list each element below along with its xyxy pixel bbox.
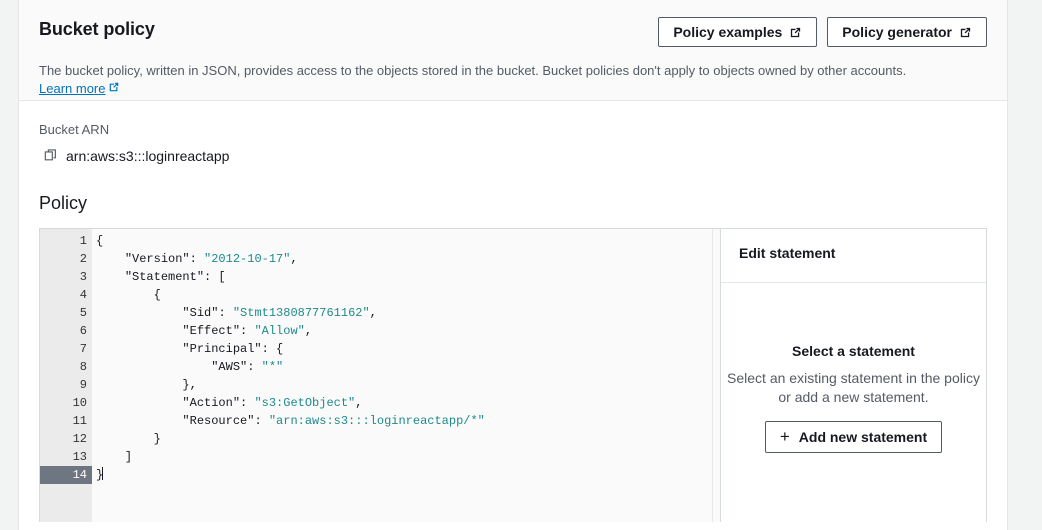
editor-code-area[interactable]: { "Version": "2012-10-17", "Statement": …: [92, 229, 720, 522]
line-number: 14: [40, 466, 92, 484]
code-line: "Sid": "Stmt1380877761162",: [96, 304, 720, 322]
line-number: 8: [40, 358, 92, 376]
bucket-policy-page: Bucket policy Policy examples Policy gen…: [18, 0, 1008, 530]
bucket-arn-label: Bucket ARN: [39, 121, 987, 139]
header-description-text: The bucket policy, written in JSON, prov…: [39, 63, 906, 78]
edit-statement-empty-state: Select a statement Select an existing st…: [721, 283, 986, 522]
copy-icon[interactable]: [44, 148, 58, 165]
panel-body: Bucket ARN arn:aws:s3:::loginreactapp Po…: [19, 101, 1007, 530]
line-number: 11: [40, 412, 92, 430]
code-line: "Action": "s3:GetObject",: [96, 394, 720, 412]
code-line: "Resource": "arn:aws:s3:::loginreactapp/…: [96, 412, 720, 430]
add-new-statement-button[interactable]: + Add new statement: [765, 421, 942, 453]
text-caret: [102, 467, 103, 480]
code-line: "Statement": [: [96, 268, 720, 286]
external-link-icon: [959, 26, 972, 39]
header-description: The bucket policy, written in JSON, prov…: [39, 62, 987, 98]
line-number: 3▼: [40, 268, 92, 286]
bucket-arn-value: arn:aws:s3:::loginreactapp: [66, 147, 229, 165]
edit-statement-header: Edit statement: [721, 229, 986, 283]
policy-examples-button[interactable]: Policy examples: [658, 17, 817, 47]
select-statement-title: Select a statement: [792, 343, 915, 359]
code-line: }: [96, 466, 720, 484]
code-line: }: [96, 430, 720, 448]
code-line: {: [96, 286, 720, 304]
add-new-statement-label: Add new statement: [799, 429, 927, 445]
policy-generator-label: Policy generator: [842, 18, 952, 46]
plus-icon: +: [780, 428, 790, 445]
line-number: 13: [40, 448, 92, 466]
policy-examples-label: Policy examples: [673, 18, 782, 46]
select-statement-description: Select an existing statement in the poli…: [723, 369, 985, 407]
panel-header: Bucket policy Policy examples Policy gen…: [19, 0, 1007, 101]
learn-more-label: Learn more: [39, 80, 105, 98]
policy-json-editor[interactable]: 1▼23▼4▼567▼891011121314 { "Version": "20…: [40, 229, 720, 522]
code-line: "Version": "2012-10-17",: [96, 250, 720, 268]
line-number: 5: [40, 304, 92, 322]
code-line: ]: [96, 448, 720, 466]
policy-editor-wrapper: 1▼23▼4▼567▼891011121314 { "Version": "20…: [39, 228, 987, 522]
code-line: "AWS": "*": [96, 358, 720, 376]
line-number: 2: [40, 250, 92, 268]
line-number: 6: [40, 322, 92, 340]
code-line: {: [96, 232, 720, 250]
external-link-icon: [789, 26, 802, 39]
edit-statement-panel: Edit statement Select a statement Select…: [720, 229, 986, 522]
editor-line-number-gutter: 1▼23▼4▼567▼891011121314: [40, 229, 92, 522]
line-number: 9: [40, 376, 92, 394]
learn-more-link[interactable]: Learn more: [39, 80, 120, 98]
policy-section-title: Policy: [39, 192, 987, 214]
code-line: "Principal": {: [96, 340, 720, 358]
code-line: },: [96, 376, 720, 394]
header-actions: Policy examples Policy generator: [658, 17, 987, 47]
line-number: 4▼: [40, 286, 92, 304]
line-number: 1▼: [40, 232, 92, 250]
line-number: 12: [40, 430, 92, 448]
code-line: "Effect": "Allow",: [96, 322, 720, 340]
external-link-icon: [108, 80, 120, 98]
bucket-arn-row: arn:aws:s3:::loginreactapp: [39, 147, 987, 165]
line-number: 10: [40, 394, 92, 412]
editor-vertical-scrollbar[interactable]: [712, 229, 720, 522]
policy-generator-button[interactable]: Policy generator: [827, 17, 987, 47]
line-number: 7▼: [40, 340, 92, 358]
